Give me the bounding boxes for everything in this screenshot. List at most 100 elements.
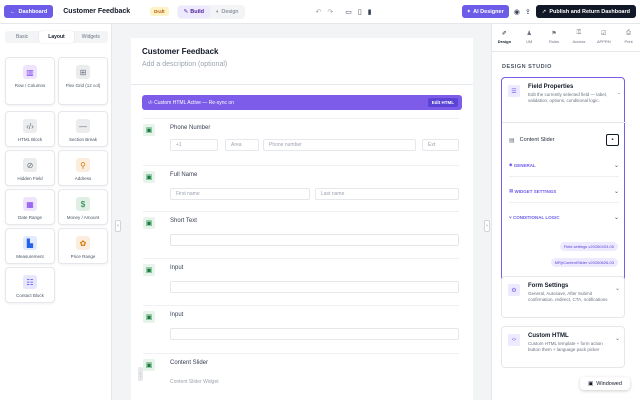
field-label[interactable]: Input (170, 312, 183, 318)
custom-html-card[interactable]: ‹› Custom HTML Custom HTML template + fo… (501, 326, 625, 368)
redo-icon[interactable]: ↷ (327, 8, 333, 16)
tab-apprn[interactable]: ☑ APPRN (591, 30, 616, 50)
mobile-icon[interactable]: ▮ (368, 8, 372, 16)
tab-um[interactable]: ♟ UM (517, 30, 542, 50)
calendar-icon: ▦ (23, 197, 37, 211)
tag-icon: ✿ (76, 236, 90, 250)
palette-tile-label: Hidden Field (17, 176, 43, 181)
field-input[interactable]: Last name (315, 188, 459, 200)
palette-tile[interactable]: ✿ Price Range (58, 228, 108, 264)
palette-tile[interactable]: ‹/› HTML Block (5, 111, 55, 147)
palette-tile[interactable]: $ Money / Amount (58, 189, 108, 225)
design-mode-button[interactable]: ◐ Design (210, 6, 244, 18)
tab-design[interactable]: ✐ Design (492, 30, 517, 50)
field-input[interactable]: +1 (170, 139, 218, 151)
printer-icon: ⎙ (626, 30, 631, 36)
form-field[interactable]: ▣ Input (143, 305, 459, 351)
field-input[interactable] (170, 328, 459, 340)
field-input[interactable] (170, 281, 459, 293)
money-icon: $ (76, 197, 90, 211)
rocket-icon: ➚ (541, 8, 547, 15)
field-input[interactable]: Content Slider Widget (170, 376, 459, 388)
palette-tile[interactable]: ☷ Contact Block (5, 267, 55, 303)
field-label[interactable]: Phone Number (170, 125, 210, 131)
share-icon[interactable]: ⇪ (525, 8, 531, 16)
palette-tile-label: Section Break (68, 137, 97, 142)
form-field[interactable]: ▣ Input (143, 258, 459, 304)
dashboard-button[interactable]: ← Dashboard (4, 5, 54, 18)
check-icon: ☑ (601, 31, 607, 37)
field-type-icon: ▣ (143, 311, 155, 323)
tab-rules[interactable]: ⚑ Rules (542, 30, 567, 50)
build-mode-button[interactable]: ✎ Build (177, 5, 211, 18)
field-input[interactable]: Ext (422, 139, 459, 151)
field-type-icon: ▣ (143, 264, 155, 276)
form-field[interactable]: ▣ Full Name First name Last name (143, 165, 459, 211)
palette-tile[interactable]: ⚲ Address (58, 150, 108, 186)
chevron-up-icon[interactable]: ˆ (618, 94, 620, 100)
lock-icon: ⚿ (576, 30, 582, 36)
version-pill: MRjrContentSlider v20260626-03 (550, 258, 618, 267)
tab-print[interactable]: ⎙ Print (616, 30, 640, 50)
palette-tile[interactable]: ▦ Date Range (5, 189, 55, 225)
form-field[interactable]: ▣ Phone Number +1 Area Phone number Ext (143, 118, 459, 164)
desktop-icon[interactable]: ▭ (345, 8, 352, 16)
field-input[interactable] (170, 234, 459, 246)
slider-icon: ▤ (509, 137, 515, 144)
section-divider (509, 202, 619, 203)
field-input[interactable]: First name (170, 188, 310, 200)
field-label[interactable]: Full Name (170, 172, 197, 178)
field-input[interactable]: Area (225, 139, 259, 151)
field-label[interactable]: Input (170, 265, 183, 271)
top-bar: ← Dashboard Customer Feedback Draft ✎ Bui… (0, 0, 640, 24)
mode-switch: ✎ Build ◐ Design (176, 4, 246, 19)
ai-designer-button[interactable]: ✦ AI Designer (461, 5, 509, 18)
tag-icon: ◆ (509, 162, 513, 167)
section-widget-settings[interactable]: ▦ WIDGET SETTINGS ⌄ (509, 188, 619, 195)
tablet-icon[interactable]: ▯ (358, 8, 362, 16)
form-field[interactable]: ▣ Short Text (143, 211, 459, 257)
chevron-down-icon: ⌄ (613, 162, 619, 169)
field-properties-card: ☰ Field Properties Edit the currently se… (501, 77, 626, 297)
trash-icon[interactable]: ▪ (606, 134, 619, 146)
chevron-down-icon: ⌄ (614, 336, 620, 342)
section-general[interactable]: ◆ GENERAL ⌄ (509, 162, 619, 169)
field-label[interactable]: Content Slider (170, 360, 208, 366)
field-input[interactable]: Phone number (263, 139, 416, 151)
eye-off-icon: ⊘ (23, 158, 37, 172)
palette-tile[interactable]: ▙ Measurement (5, 228, 55, 264)
palette-tile-label: Money / Amount (66, 215, 100, 220)
form-field[interactable]: ▣ Content Slider Content Slider Widget (143, 353, 459, 400)
device-preview: ▭ ▯ ▮ (345, 8, 371, 16)
section-divider (509, 176, 619, 177)
tab-layout[interactable]: Layout (39, 31, 74, 43)
page-title[interactable]: Customer Feedback (142, 47, 218, 56)
field-properties-title[interactable]: Field Properties (528, 84, 573, 90)
field-type-icon: ▣ (143, 359, 155, 371)
tab-basic[interactable]: Basic (5, 31, 39, 43)
ruler-icon: ▙ (23, 236, 37, 250)
tab-widgets[interactable]: Widgets (74, 31, 108, 43)
undo-icon[interactable]: ↶ (315, 8, 321, 16)
code-icon: ‹/› (23, 119, 37, 133)
drag-handle-icon[interactable]: ⋮ (138, 367, 143, 381)
palette-tile-label: Address (74, 176, 92, 181)
palette-tile[interactable]: — Section Break (58, 111, 108, 147)
palette-tile-label: Price Range (70, 254, 96, 259)
eye-icon[interactable]: ◉ (514, 8, 520, 16)
palette-tile[interactable]: ⊞ Flex Grid (12 col) (58, 57, 108, 105)
contact-icon: ☷ (23, 275, 37, 289)
palette-tile-label: Row / Columns (14, 83, 46, 88)
palette-tile[interactable]: ⊘ Hidden Field (5, 150, 55, 186)
code-icon: ‹/› (148, 99, 153, 106)
edit-html-button[interactable]: Edit HTML (427, 98, 458, 107)
tab-access[interactable]: ⚿ Access (566, 30, 591, 50)
header-divider (131, 84, 473, 85)
publish-button[interactable]: ➚ Publish and Return Dashboard (535, 5, 636, 18)
palette-tile[interactable]: ▥ Row / Columns (5, 57, 55, 105)
form-settings-card[interactable]: ⚙ Form Settings General, Autosave, After… (501, 276, 625, 318)
windowed-button[interactable]: ▣ Windowed (580, 377, 630, 390)
page-description[interactable]: Add a description (optional) (142, 61, 227, 68)
section-conditional-logic[interactable]: ⑂ CONDITIONAL LOGIC ⌄ (509, 215, 619, 221)
field-label[interactable]: Short Text (170, 218, 197, 224)
